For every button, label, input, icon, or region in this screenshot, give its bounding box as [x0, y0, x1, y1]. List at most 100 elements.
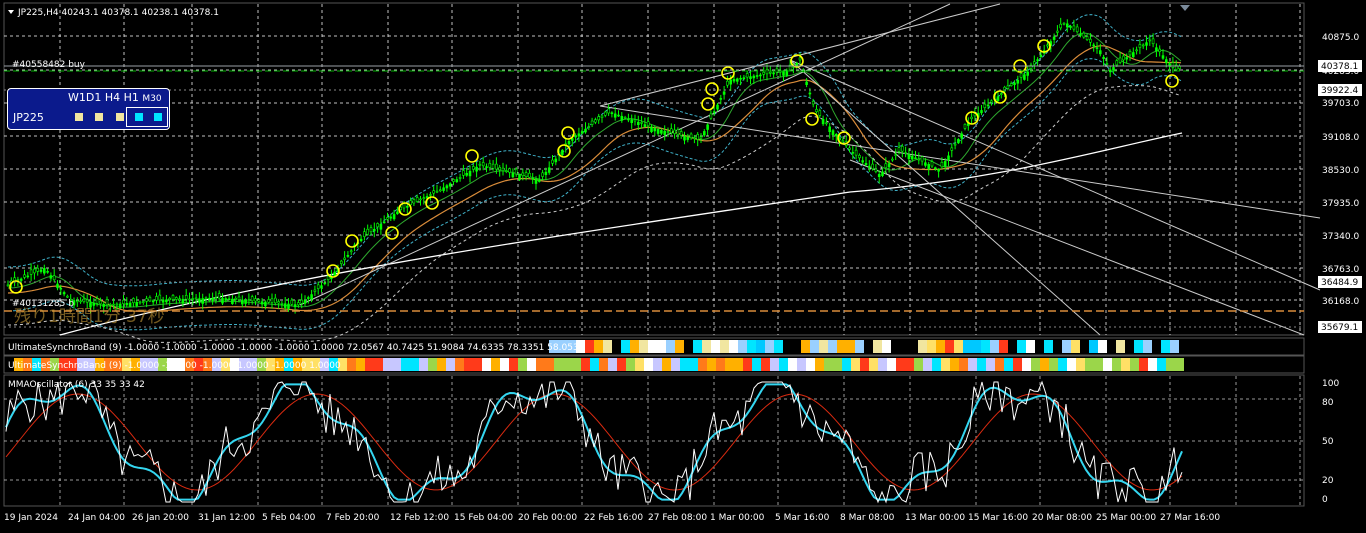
candle-body: [590, 120, 594, 125]
osc-signal-red: [5, 393, 1183, 491]
candle-body: [1079, 34, 1082, 36]
band2-cell: [1094, 358, 1103, 371]
candle-body: [128, 302, 132, 307]
candle-body: [729, 79, 733, 85]
candle-body: [1118, 57, 1122, 63]
band2-cell: [1148, 358, 1157, 371]
candle-body: [1019, 73, 1023, 78]
time-tick: 5 Mar 16:00: [775, 513, 830, 523]
candle-body: [122, 299, 125, 304]
chart-menu-triangle-icon[interactable]: [8, 10, 14, 14]
band1-cell: [864, 340, 873, 353]
band2-cell: [752, 358, 761, 371]
band2-cell: [644, 358, 653, 371]
candle-body: [848, 147, 851, 150]
candle-body: [983, 103, 987, 108]
scroll-marker-icon[interactable]: [1180, 5, 1190, 11]
band2-cell: [707, 358, 716, 371]
band2-cell: [833, 358, 842, 371]
candle-body: [208, 298, 211, 300]
band2-cell: [869, 358, 878, 371]
candle-body: [676, 129, 680, 135]
band2-cell: [905, 358, 914, 371]
candle-body: [782, 70, 785, 76]
candle-body: [1039, 54, 1043, 57]
candle-body: [881, 171, 884, 176]
band2-cell: [950, 358, 959, 371]
band2-cell: [1103, 358, 1112, 371]
candle-body: [504, 170, 508, 172]
candle-body: [62, 292, 66, 295]
candle-body: [95, 298, 99, 304]
osc-tick: 50: [1322, 437, 1334, 447]
candle-body: [132, 298, 135, 303]
candle-body: [376, 223, 379, 228]
band1-cell: [657, 340, 666, 353]
candle-body: [834, 134, 838, 137]
timeframe-widget[interactable]: W1D1 H4 H1 M30 JP225: [7, 88, 170, 130]
band2-cell: [509, 358, 518, 371]
candle-body: [775, 68, 779, 73]
band1-cell: [909, 340, 918, 353]
candle-body: [508, 168, 511, 173]
band1-cell: [990, 340, 999, 353]
candle-body: [237, 296, 241, 300]
candles: [6, 17, 1181, 314]
candle-body: [686, 136, 690, 140]
candle-body: [247, 299, 251, 302]
band2-cell: [914, 358, 923, 371]
candle-body: [498, 167, 502, 171]
band2-cell: [968, 358, 977, 371]
chart-canvas[interactable]: JP225,H4 40243.1 40378.1 40238.1 40378.1…: [0, 0, 1366, 529]
candle-body: [1148, 39, 1152, 42]
band2-cell: [455, 358, 464, 371]
candle-body: [953, 143, 957, 146]
band2-cell: [761, 358, 770, 371]
candle-body: [204, 297, 208, 300]
band2-cell: [1076, 358, 1085, 371]
candle-body: [1066, 23, 1069, 28]
band2-cell: [815, 358, 824, 371]
band1-cell: [747, 340, 756, 353]
candle-body: [145, 298, 148, 302]
chart-window[interactable]: JP225,H4 40243.1 40378.1 40238.1 40378.1…: [0, 0, 1366, 529]
band2-cell: [1031, 358, 1040, 371]
candle-body: [808, 92, 812, 95]
candle-body: [343, 257, 346, 260]
band2-cell: [437, 358, 446, 371]
candle-body: [99, 300, 102, 305]
candle-body: [79, 300, 82, 303]
band2-cell: [887, 358, 896, 371]
candle-body: [155, 296, 158, 301]
band2-cell: [734, 358, 743, 371]
band2-cell: [1130, 358, 1139, 371]
candle-body: [567, 141, 571, 145]
candle-body: [6, 284, 10, 287]
candle-body: [465, 173, 469, 176]
candle-body: [719, 98, 723, 100]
candle-body: [310, 294, 313, 300]
candle-body: [1036, 59, 1039, 62]
band2-cell: [698, 358, 707, 371]
candle-body: [488, 163, 492, 168]
band2-cell: [518, 358, 527, 371]
candle-body: [478, 163, 482, 166]
candle-body: [26, 275, 30, 278]
candle-body: [1138, 44, 1142, 48]
candle-body: [445, 185, 449, 189]
candle-body: [755, 75, 759, 77]
candle-body: [815, 108, 818, 113]
candle-body: [660, 130, 663, 134]
candle-body: [171, 295, 175, 300]
candle-body: [462, 170, 465, 176]
band1-cell: [1134, 340, 1143, 353]
band2-cell: [401, 358, 410, 371]
candle-body: [33, 268, 36, 274]
candle-body: [257, 299, 261, 302]
candle-body: [1165, 59, 1168, 63]
candle-body: [584, 128, 587, 133]
candle-body: [574, 135, 577, 138]
candle-body: [389, 216, 393, 219]
band1-cell: [1116, 340, 1125, 353]
price-tick: 37340.0: [1322, 232, 1359, 242]
